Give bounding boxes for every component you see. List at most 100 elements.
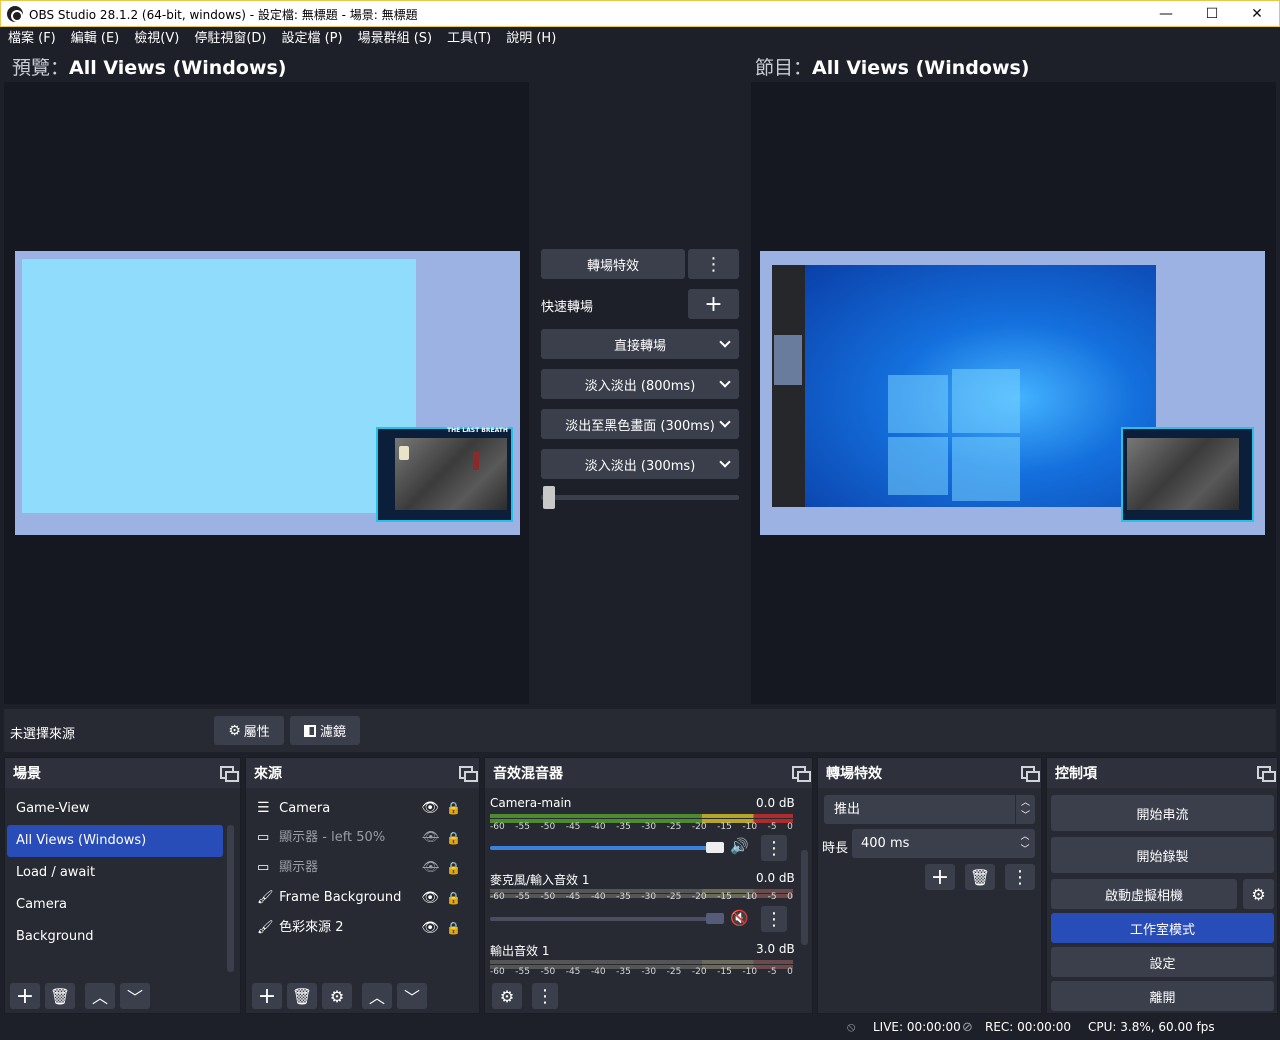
undock-icon[interactable] [792, 766, 811, 782]
move-scene-up-button[interactable]: ︿ [85, 983, 115, 1009]
overlay-logo-text: THE LAST BREATH [447, 427, 508, 434]
camera-frame [376, 427, 513, 522]
add-source-button[interactable]: + [252, 983, 282, 1009]
scene-item[interactable]: Game-View [7, 793, 223, 825]
volume-slider-handle[interactable] [706, 842, 724, 853]
controls-header: 控制項 [1047, 758, 1277, 788]
lock-icon[interactable]: 🔒 [446, 883, 461, 913]
source-item[interactable]: 🖌 Frame Background 👁 🔒 [248, 883, 473, 913]
scene-item-selected[interactable]: All Views (Windows) [7, 825, 223, 857]
maximize-button[interactable]: ☐ [1189, 1, 1235, 27]
volume-slider-handle[interactable] [706, 913, 724, 924]
remove-source-button[interactable]: 🗑 [287, 983, 317, 1009]
spinner-icon[interactable]: ︿ ﹀ [1015, 829, 1035, 858]
window-title: OBS Studio 28.1.2 (64-bit, windows) - 設定… [29, 8, 418, 22]
start-streaming-button[interactable]: 開始串流 [1051, 795, 1274, 831]
close-button[interactable]: ✕ [1234, 1, 1280, 27]
sources-list: ☰ Camera 👁 🔒 ▭ 顯示器 - left 50% 👁 🔒 ▭ 顯示器 … [248, 793, 473, 943]
brush-icon: 🖌 [257, 890, 274, 905]
channel-meter [490, 960, 793, 964]
remove-transition-button[interactable]: 🗑 [965, 864, 995, 890]
menu-tools[interactable]: 工具(T) [447, 28, 491, 50]
menu-docks[interactable]: 停駐視窗(D) [194, 28, 266, 50]
menu-scene-collection[interactable]: 場景群組 (S) [358, 28, 433, 50]
minimize-button[interactable]: — [1143, 1, 1189, 27]
tbar-track[interactable] [541, 495, 739, 500]
add-transition-button[interactable]: + [925, 864, 955, 890]
eye-hidden-icon[interactable]: 👁 [422, 823, 439, 853]
transition-select[interactable]: 推出 ︿ ﹀ [824, 795, 1035, 824]
speaker-icon[interactable]: 🔊 [730, 837, 749, 855]
live-signal-icon: ⦸ [847, 1020, 856, 1035]
mixer-menu-button[interactable]: ⋮ [532, 983, 558, 1009]
move-scene-down-button[interactable]: ﹀ [120, 983, 150, 1009]
menu-edit[interactable]: 編輯 (E) [71, 28, 120, 50]
duration-spinbox[interactable]: 400 ms ︿ ﹀ [852, 829, 1035, 858]
lock-icon[interactable]: 🔒 [446, 823, 461, 853]
volume-slider[interactable] [490, 846, 722, 850]
eye-icon[interactable]: 👁 [421, 883, 439, 913]
quick-transition-cut[interactable]: 直接轉場 [541, 329, 739, 359]
menu-profile[interactable]: 設定檔 (P) [281, 28, 342, 50]
add-scene-button[interactable]: + [10, 983, 40, 1009]
filters-button[interactable]: 濾鏡 [290, 716, 360, 745]
channel-menu-button[interactable]: ⋮ [761, 906, 787, 932]
eye-icon[interactable]: 👁 [421, 793, 439, 823]
channel-db: 3.0 dB [756, 942, 795, 956]
quick-transition-fade-800[interactable]: 淡入淡出 (800ms) [541, 369, 739, 399]
add-quick-transition-button[interactable]: + [688, 289, 739, 319]
transition-menu-button[interactable]: ⋮ [688, 249, 739, 279]
lock-icon[interactable]: 🔒 [446, 913, 461, 943]
transition-properties-button[interactable]: ⋮ [1005, 864, 1035, 890]
muted-speaker-icon[interactable]: 🔇 [730, 909, 749, 927]
menu-help[interactable]: 說明 (H) [506, 28, 556, 50]
transition-effect-button[interactable]: 轉場特效 [541, 249, 685, 279]
no-source-selected-label: 未選擇來源 [10, 727, 76, 742]
undock-icon[interactable] [1021, 766, 1040, 782]
quick-transition-fade-300[interactable]: 淡入淡出 (300ms) [541, 449, 739, 479]
channel-menu-button[interactable]: ⋮ [761, 835, 787, 861]
start-recording-button[interactable]: 開始錄製 [1051, 837, 1274, 873]
preview-display[interactable]: THE LAST BREATH [4, 82, 529, 704]
start-virtual-camera-button[interactable]: 啟動虛擬相機 [1051, 879, 1237, 909]
undock-icon[interactable] [459, 766, 478, 782]
scenes-scrollbar[interactable] [227, 825, 234, 972]
tbar-handle[interactable] [543, 486, 555, 509]
preview-light-panel [22, 259, 416, 513]
advanced-audio-button[interactable]: ⚙ [492, 983, 522, 1009]
scenes-list: Game-View All Views (Windows) Load / awa… [7, 793, 223, 953]
undock-icon[interactable] [220, 766, 239, 782]
remove-scene-button[interactable]: 🗑 [45, 983, 75, 1009]
undock-icon[interactable] [1257, 766, 1276, 782]
chevron-up-icon: ︿ [368, 988, 385, 1007]
eye-hidden-icon[interactable]: 👁 [422, 853, 439, 883]
virtual-camera-settings-button[interactable]: ⚙ [1243, 879, 1274, 909]
volume-slider[interactable] [490, 917, 722, 921]
source-properties-button[interactable]: ⚙ [322, 983, 352, 1009]
updown-icon: ︿ ﹀ [1015, 795, 1035, 824]
menu-file[interactable]: 檔案 (F) [8, 28, 56, 50]
studio-mode-button[interactable]: 工作室模式 [1051, 913, 1274, 943]
menu-view[interactable]: 檢視(V) [134, 28, 179, 50]
scene-item[interactable]: Load / await [7, 857, 223, 889]
scene-item[interactable]: Camera [7, 889, 223, 921]
exit-button[interactable]: 離開 [1051, 981, 1274, 1011]
source-item[interactable]: 🖌 色彩來源 2 👁 🔒 [248, 913, 473, 943]
program-display [751, 82, 1276, 704]
source-item[interactable]: ▭ 顯示器 👁 🔒 [248, 853, 473, 883]
chevron-up-icon: ︿ [91, 988, 108, 1007]
transition-column: 轉場特效 ⋮ 快速轉場 + 直接轉場 淡入淡出 (800ms) 淡出至黑色畫面 … [529, 82, 751, 704]
quick-transition-fade-black[interactable]: 淡出至黑色畫面 (300ms) [541, 409, 739, 439]
move-source-up-button[interactable]: ︿ [362, 983, 392, 1009]
source-item[interactable]: ☰ Camera 👁 🔒 [248, 793, 473, 823]
move-source-down-button[interactable]: ﹀ [397, 983, 427, 1009]
eye-icon[interactable]: 👁 [421, 913, 439, 943]
properties-button[interactable]: ⚙ 屬性 [214, 716, 284, 745]
mixer-scrollbar[interactable] [801, 850, 808, 945]
lock-icon[interactable]: 🔒 [446, 853, 461, 883]
settings-button[interactable]: 設定 [1051, 947, 1274, 977]
source-item[interactable]: ▭ 顯示器 - left 50% 👁 🔒 [248, 823, 473, 853]
lock-icon[interactable]: 🔒 [446, 793, 461, 823]
live-status: LIVE: 00:00:00 [873, 1020, 961, 1034]
scene-item[interactable]: Background [7, 921, 223, 953]
